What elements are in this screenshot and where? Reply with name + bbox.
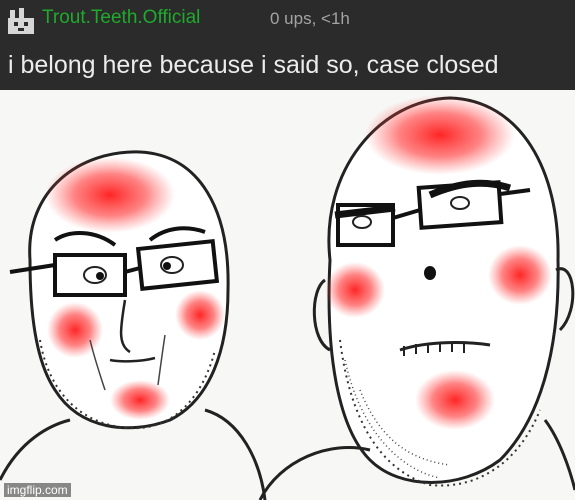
left-wojak-figure: [0, 150, 267, 500]
wojak-drawing: [0, 95, 575, 500]
comment-meta: 0 ups, <1h: [270, 9, 350, 28]
username-link[interactable]: Trout.Teeth.Official: [42, 6, 200, 30]
meme-image: imgflip.com: [0, 90, 575, 500]
right-soyjak-figure: [258, 95, 575, 500]
imgflip-watermark: imgflip.com: [4, 483, 71, 497]
comment-header: Trout.Teeth.Official 0 ups, <1h i belong…: [0, 0, 575, 90]
comment-text: i belong here because i said so, case cl…: [8, 51, 499, 79]
user-avatar-icon[interactable]: [6, 6, 36, 36]
